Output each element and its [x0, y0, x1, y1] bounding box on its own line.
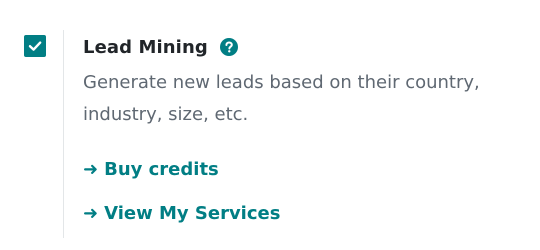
buy-credits-link[interactable]: ➜ Buy credits — [83, 155, 219, 183]
setting-content: Lead Mining Generate new leads based on … — [83, 33, 523, 131]
setting-title: Lead Mining — [83, 36, 208, 58]
setting-divider — [63, 30, 64, 238]
view-my-services-label: View My Services — [104, 202, 281, 224]
question-circle-icon[interactable] — [219, 38, 238, 56]
setting-title-row: Lead Mining — [83, 33, 523, 61]
view-my-services-link[interactable]: ➜ View My Services — [83, 199, 280, 227]
arrow-right-icon: ➜ — [83, 158, 99, 180]
arrow-right-icon: ➜ — [83, 202, 99, 224]
setting-description: Generate new leads based on their countr… — [83, 72, 480, 125]
lead-mining-setting: Lead Mining Generate new leads based on … — [0, 0, 540, 250]
buy-credits-label: Buy credits — [104, 158, 219, 180]
checkmark-icon — [28, 41, 42, 51]
lead-mining-checkbox[interactable] — [24, 35, 46, 57]
